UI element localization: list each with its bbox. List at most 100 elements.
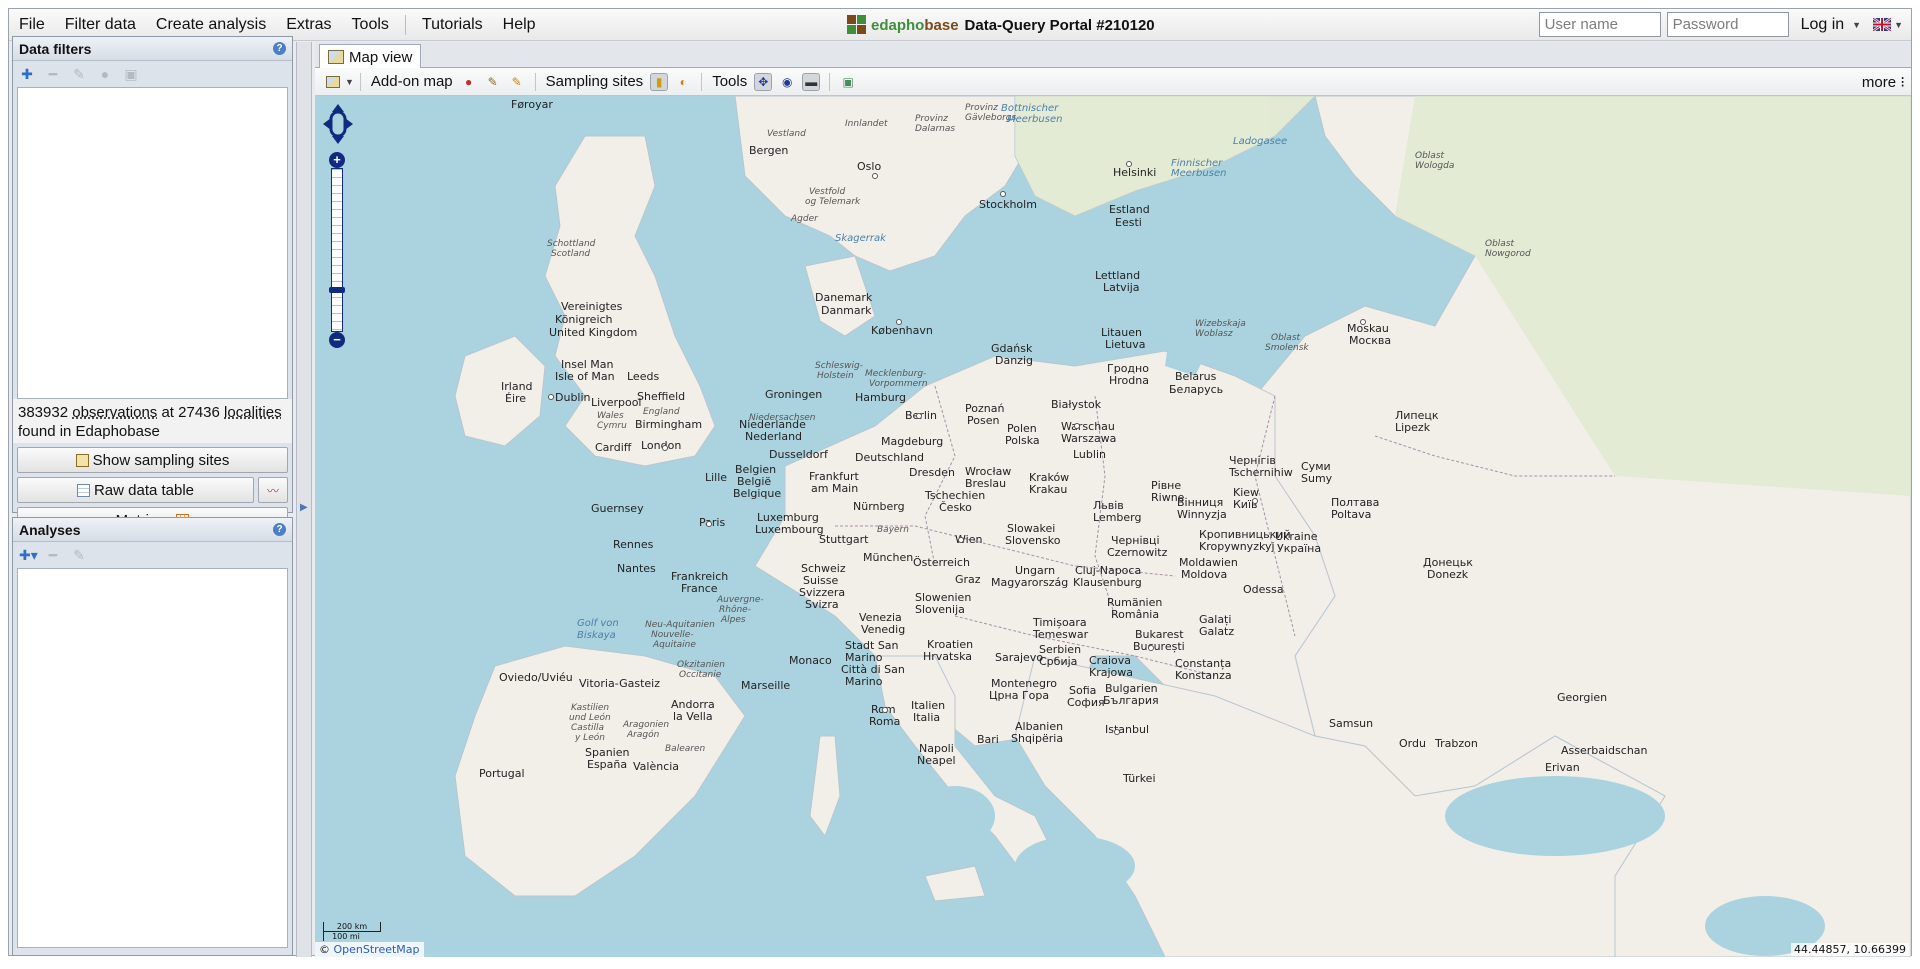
localities-link[interactable]: localities (224, 404, 282, 421)
export-map-icon[interactable]: ▣ (839, 73, 857, 91)
map-place-label: València (633, 760, 679, 773)
map-place-label: Marseille (741, 679, 790, 692)
filter-list[interactable] (17, 87, 288, 399)
map-place-label: Monaco (789, 654, 832, 667)
logo-text-edapho: edapho (871, 16, 925, 34)
basemap: Føroyar Bergen Oslo Stockholm Helsinki E… (454, 96, 1911, 957)
map-place-label: Vitoria-Gasteiz (579, 677, 660, 690)
map-place-label: Balearen (665, 744, 705, 754)
zoom-in-button[interactable]: + (329, 152, 345, 168)
map-place-label: und León (569, 712, 611, 723)
menu-tutorials[interactable]: Tutorials (412, 16, 493, 34)
add-filter-icon[interactable]: ✚ (19, 66, 35, 83)
save-filter-icon[interactable]: ▣ (123, 66, 139, 83)
map-place-label: Vereinigtes (561, 300, 623, 313)
map-place-label: София (1067, 696, 1105, 709)
menu-tools[interactable]: Tools (342, 16, 399, 34)
menu-help[interactable]: Help (493, 16, 546, 34)
show-sampling-sites-label: Show sampling sites (92, 451, 230, 469)
map-place-label: Eesti (1115, 216, 1142, 229)
toolbar-separator (359, 72, 361, 91)
language-selector[interactable]: ▼ (1873, 18, 1903, 31)
map-place-label: Danmark (821, 304, 872, 317)
data-filters-title: Data filters (19, 40, 92, 57)
map-place-label: England (643, 407, 680, 417)
map-place-label: Црна Гора (989, 689, 1049, 702)
map-place-label: Ordu (1399, 737, 1426, 750)
map-place-label: Shqipëria (1011, 732, 1063, 745)
map-place-label: Oblast (1485, 239, 1515, 249)
map-place-label: Oviedo/Uviéu (499, 671, 573, 684)
map-place-label: Sarajevo (995, 651, 1043, 664)
remove-analysis-icon[interactable]: ━ (45, 547, 61, 564)
map-place-label: Schottland (547, 239, 596, 249)
map-place-label: Poltava (1331, 508, 1371, 521)
map-place-label: Roma (869, 715, 900, 728)
result-summary: 383932 observations at 27436 localities … (13, 399, 292, 443)
base-layer-icon[interactable] (324, 73, 342, 91)
map-place-label: Asserbaidschan (1561, 744, 1648, 757)
toggle-filter-icon[interactable]: ● (97, 66, 113, 82)
menu-file[interactable]: File (9, 16, 55, 34)
zoom-slider-handle[interactable] (329, 287, 345, 293)
more-label: more (1861, 74, 1897, 91)
zoom-box-tool-icon[interactable]: ◉ (778, 73, 796, 91)
map-place-label: Niedersachsen (749, 413, 816, 423)
map-place-label: Erivan (1545, 761, 1580, 774)
help-icon[interactable]: ? (273, 42, 286, 55)
navigate-tool-icon[interactable]: ✥ (754, 72, 773, 91)
raw-data-table-label: Raw data table (93, 481, 195, 499)
strawberry-layer-icon[interactable]: ● (460, 73, 478, 91)
map-place-label: Dublin (555, 391, 591, 404)
panel-splitter[interactable]: ▶ (296, 42, 312, 957)
map-place-label: Czernowitz (1107, 546, 1168, 559)
measure-tool-icon[interactable]: ▬ (802, 72, 821, 91)
chart-button[interactable]: 〰 (258, 477, 288, 503)
edit-layer-icon[interactable]: ✎ (484, 73, 502, 91)
help-icon[interactable]: ? (273, 523, 286, 536)
menu-extras[interactable]: Extras (276, 16, 341, 34)
map-place-label: Nantes (617, 562, 656, 575)
map-place-label: Kropywnyzkyj (1199, 540, 1275, 553)
collapse-arrow-icon[interactable]: ▶ (300, 502, 308, 513)
menu-filter-data[interactable]: Filter data (55, 16, 146, 34)
raw-data-table-button[interactable]: Raw data table (17, 477, 254, 503)
more-menu[interactable]: more ⁝ (1862, 73, 1905, 91)
tab-map-view[interactable]: Map view (319, 44, 422, 69)
edit-analysis-icon[interactable]: ✎ (71, 547, 87, 564)
observations-link[interactable]: observations (72, 404, 157, 421)
openstreetmap-link[interactable]: OpenStreetMap (334, 943, 420, 956)
sampling-sites-label: Sampling sites (545, 73, 644, 90)
login-button[interactable]: Log in ▼ (1795, 16, 1868, 34)
sampling-points-icon[interactable]: ▮ (650, 72, 669, 91)
pan-arrows-icon[interactable] (323, 104, 353, 144)
map-place-label: Moldova (1181, 568, 1227, 581)
map-canvas[interactable]: Føroyar Bergen Oslo Stockholm Helsinki E… (315, 96, 1911, 957)
map-place-label: Krajowa (1089, 666, 1133, 679)
analyses-list[interactable] (17, 568, 288, 948)
sampling-heatmap-icon[interactable]: ◐ (674, 73, 692, 91)
password-input[interactable] (1666, 12, 1789, 37)
map-place-label: Temeswar (1032, 628, 1089, 641)
edit-filter-icon[interactable]: ✎ (71, 66, 87, 83)
map-place-label: Schleswig- (815, 361, 863, 371)
menu-create-analysis[interactable]: Create analysis (146, 16, 276, 34)
annotate-layer-icon[interactable]: ✎ (508, 73, 526, 91)
show-sampling-sites-button[interactable]: Show sampling sites (17, 447, 288, 473)
map-place-label: Cardiff (595, 441, 632, 454)
map-place-label: München (863, 551, 913, 564)
add-analysis-icon[interactable]: ✚▾ (19, 547, 38, 564)
map-place-label: Meerbusen (1007, 114, 1062, 125)
zoom-out-button[interactable]: − (329, 332, 345, 348)
map-place-label: Königreich (555, 313, 613, 326)
remove-filter-icon[interactable]: ━ (45, 66, 61, 83)
username-input[interactable] (1538, 12, 1661, 37)
map-place-label: Portugal (479, 767, 525, 780)
map-place-label: Lille (705, 471, 727, 484)
uk-flag-icon (1873, 18, 1892, 31)
chevron-down-icon[interactable]: ▼ (345, 77, 354, 87)
pan-control[interactable] (323, 104, 353, 144)
map-attribution: © OpenStreetMap (315, 942, 424, 957)
map-place-label: Agder (790, 214, 819, 224)
zoom-slider[interactable] (329, 168, 345, 332)
